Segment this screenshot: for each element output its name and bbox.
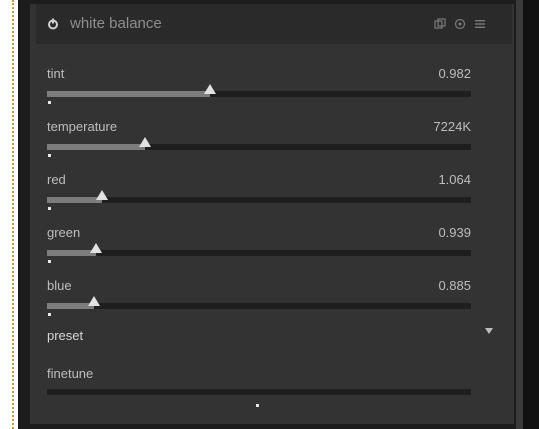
red-fill	[47, 197, 102, 203]
green-default-marker	[48, 260, 51, 263]
temperature-track[interactable]	[47, 144, 471, 150]
tint-fill	[47, 91, 210, 97]
green-label: green	[47, 225, 81, 240]
power-icon[interactable]	[47, 18, 59, 30]
red-value: 1.064	[438, 172, 471, 187]
module-title: white balance	[70, 15, 162, 32]
temperature-fill	[47, 144, 145, 150]
finetune-default-marker	[256, 404, 259, 407]
tint-default-marker	[48, 101, 51, 104]
reset-icon[interactable]	[454, 18, 466, 30]
panel-scrollbar[interactable]	[516, 0, 539, 429]
temperature-label: temperature	[47, 119, 118, 134]
red-default-marker	[48, 207, 51, 210]
red-thumb[interactable]	[96, 190, 108, 200]
red-track[interactable]	[47, 197, 471, 203]
finetune-slider-track[interactable]	[47, 389, 471, 395]
temperature-value: 7224K	[433, 119, 471, 134]
blue-track[interactable]	[47, 303, 471, 309]
module-header[interactable]: white balance	[36, 4, 512, 44]
red-slider[interactable]: red 1.064	[47, 172, 471, 212]
finetune-label: finetune	[47, 366, 94, 381]
temperature-thumb[interactable]	[139, 137, 151, 147]
tint-value: 0.982	[438, 66, 471, 81]
tint-slider[interactable]: tint 0.982	[47, 66, 471, 106]
red-label: red	[47, 172, 66, 187]
preset-label[interactable]: preset	[47, 328, 83, 343]
blue-fill	[47, 303, 94, 309]
tint-thumb[interactable]	[204, 84, 216, 94]
dotted-left-border	[0, 0, 14, 429]
blue-slider[interactable]: blue 0.885	[47, 278, 471, 318]
green-slider[interactable]: green 0.939	[47, 225, 471, 265]
blue-value: 0.885	[438, 278, 471, 293]
green-fill	[47, 250, 96, 256]
green-thumb[interactable]	[90, 243, 102, 253]
copy-icon[interactable]	[434, 18, 446, 30]
blue-thumb[interactable]	[88, 296, 100, 306]
menu-icon[interactable]	[474, 18, 486, 30]
preset-dropdown-arrow-icon[interactable]	[485, 328, 493, 334]
temperature-default-marker	[48, 154, 51, 157]
blue-default-marker	[48, 313, 51, 316]
temperature-slider[interactable]: temperature 7224K	[47, 119, 471, 159]
blue-label: blue	[47, 278, 72, 293]
green-value: 0.939	[438, 225, 471, 240]
green-track[interactable]	[47, 250, 471, 256]
tint-track[interactable]	[47, 91, 471, 97]
tint-label: tint	[47, 66, 65, 81]
